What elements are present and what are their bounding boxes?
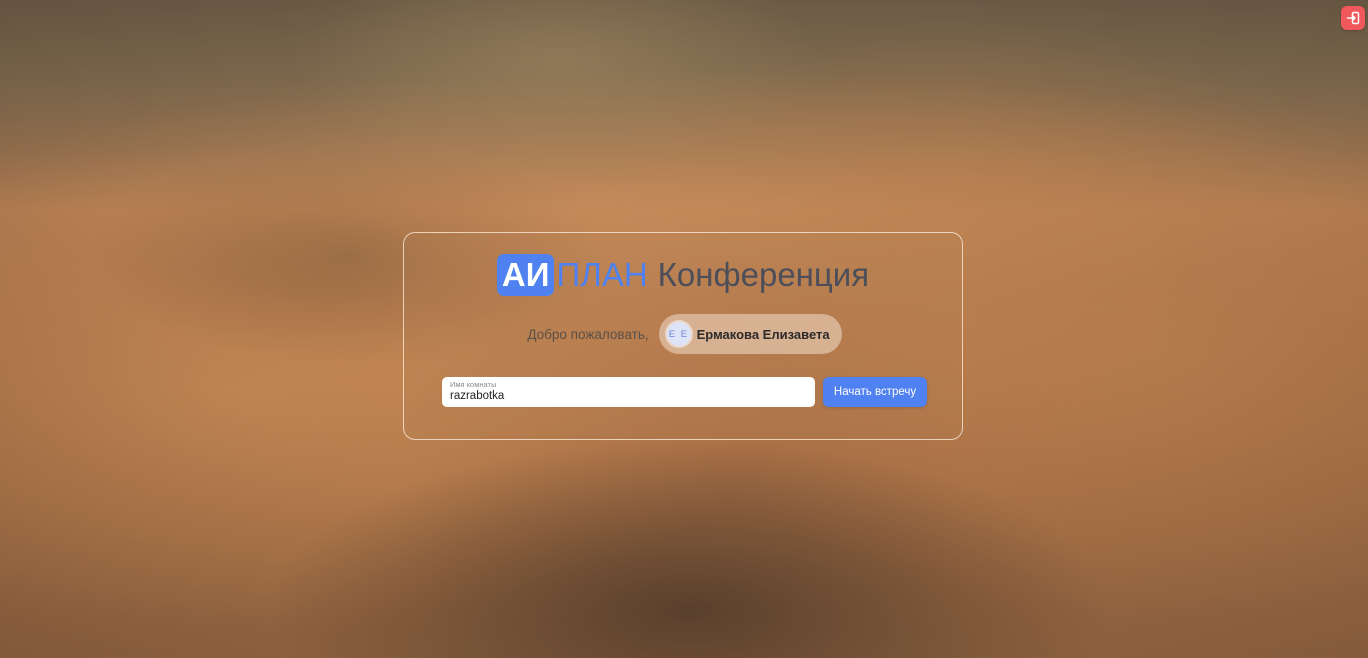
room-name-input[interactable]: [450, 389, 807, 403]
welcome-row: Добро пожаловать, Е Е Ермакова Елизавета: [404, 314, 962, 354]
logo-plan: ПЛАН: [556, 256, 648, 293]
page-title: Конференция: [657, 256, 870, 293]
room-name-label: Имя комнаты: [450, 380, 497, 389]
logo-ai: АИ: [496, 254, 555, 296]
brand-header: АИ ПЛАН Конференция: [404, 254, 962, 296]
avatar: Е Е: [666, 322, 691, 346]
room-name-field[interactable]: Имя комнаты: [442, 377, 815, 407]
user-chip[interactable]: Е Е Ермакова Елизавета: [658, 314, 842, 354]
sign-in-box-icon: [1346, 11, 1360, 25]
user-name: Ермакова Елизавета: [696, 326, 830, 342]
welcome-text: Добро пожаловать,: [527, 326, 649, 342]
exit-button[interactable]: [1341, 6, 1365, 30]
conference-card: АИ ПЛАН Конференция Добро пожаловать, Е …: [403, 232, 963, 440]
start-meeting-button[interactable]: Начать встречу: [823, 377, 927, 407]
